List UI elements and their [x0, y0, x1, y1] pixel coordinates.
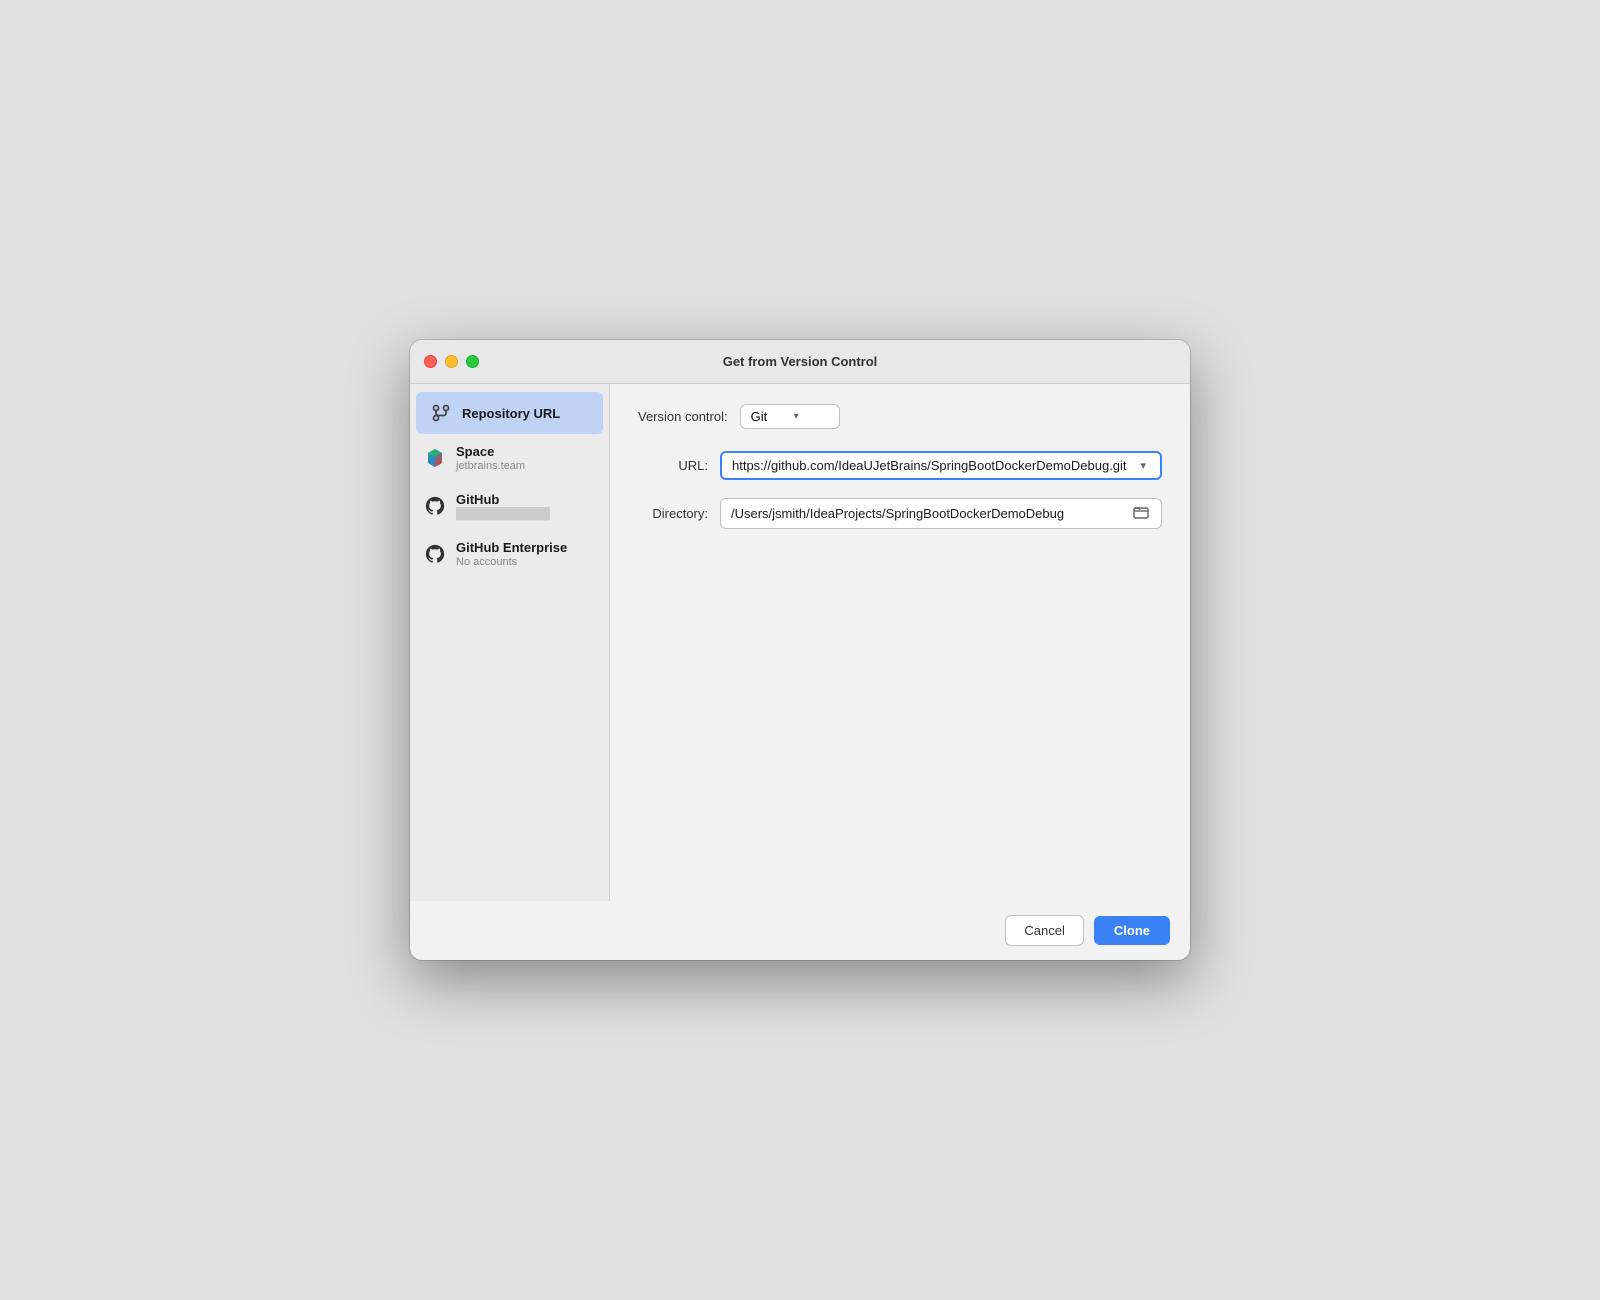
browse-directory-button[interactable]	[1131, 504, 1151, 523]
get-from-vcs-dialog: Get from Version Control Repository URL	[410, 340, 1190, 960]
url-input[interactable]	[732, 458, 1136, 473]
sidebar-item-github-label: GitHub	[456, 492, 550, 507]
version-control-row: Version control: Git ▾	[638, 404, 1162, 429]
version-control-value: Git	[751, 409, 786, 424]
sidebar-item-github-enterprise-subtitle: No accounts	[456, 556, 567, 568]
sidebar-item-github[interactable]: GitHub ████████████	[410, 482, 609, 530]
sidebar: Repository URL	[410, 384, 610, 901]
sidebar-item-github-enterprise-label: GitHub Enterprise	[456, 540, 567, 555]
sidebar-item-github-enterprise[interactable]: GitHub Enterprise No accounts	[410, 530, 609, 578]
traffic-lights	[424, 355, 479, 368]
sidebar-item-github-subtitle: ████████████	[456, 508, 550, 520]
cancel-button[interactable]: Cancel	[1005, 915, 1083, 946]
close-button[interactable]	[424, 355, 437, 368]
directory-row: Directory:	[638, 498, 1162, 529]
sidebar-item-space-label: Space	[456, 444, 525, 459]
directory-input[interactable]	[731, 506, 1131, 521]
minimize-button[interactable]	[445, 355, 458, 368]
version-control-label: Version control:	[638, 409, 728, 424]
dialog-body: Repository URL	[410, 384, 1190, 901]
directory-label: Directory:	[638, 506, 708, 521]
repository-url-text: Repository URL	[462, 406, 560, 421]
url-row: URL: ▾	[638, 451, 1162, 480]
sidebar-item-repository-url-label: Repository URL	[462, 406, 560, 421]
github-enterprise-text: GitHub Enterprise No accounts	[456, 540, 567, 568]
maximize-button[interactable]	[466, 355, 479, 368]
url-input-container: ▾	[720, 451, 1162, 480]
clone-button[interactable]: Clone	[1094, 916, 1170, 945]
sidebar-item-repository-url[interactable]: Repository URL	[416, 392, 603, 434]
chevron-down-icon: ▾	[794, 411, 829, 422]
github-icon	[424, 495, 446, 517]
vcs-icon	[430, 402, 452, 424]
url-label: URL:	[638, 458, 708, 473]
dialog-title: Get from Version Control	[723, 354, 878, 369]
sidebar-item-space-subtitle: jetbrains.team	[456, 460, 525, 472]
space-text: Space jetbrains.team	[456, 444, 525, 472]
dialog-footer: Cancel Clone	[410, 901, 1190, 960]
directory-input-container	[720, 498, 1162, 529]
main-content: Version control: Git ▾ URL: ▾ Directory:	[610, 384, 1190, 901]
sidebar-item-space[interactable]: Space jetbrains.team	[410, 434, 609, 482]
github-text: GitHub ████████████	[456, 492, 550, 520]
version-control-dropdown[interactable]: Git ▾	[740, 404, 840, 429]
space-icon	[424, 447, 446, 469]
titlebar: Get from Version Control	[410, 340, 1190, 384]
github-enterprise-icon	[424, 543, 446, 565]
url-dropdown-button[interactable]: ▾	[1136, 459, 1150, 472]
